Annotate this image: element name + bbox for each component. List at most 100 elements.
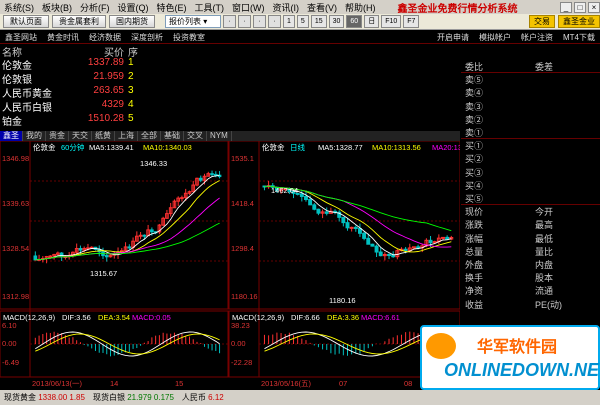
tab-6[interactable]: 全部	[138, 131, 161, 141]
candle-body	[316, 208, 321, 214]
menu-item-9[interactable]: 帮助(H)	[341, 1, 380, 14]
menu-item-1[interactable]: 板块(B)	[38, 1, 76, 14]
quote-header: 名称 买价 序	[2, 44, 142, 59]
candle-body	[441, 236, 445, 239]
toolbar: 默认页面 贵金属套利 国内期货 报价列表 ▾ · · · · 1 5 15 30 60 日 F10 F7 交易鑫…	[0, 14, 600, 30]
brand-button[interactable]: 鑫圣金业	[558, 15, 600, 28]
orderbook-label-2: 今开	[535, 207, 554, 218]
menu-item-3[interactable]: 设置(Q)	[114, 1, 153, 14]
ma5-label: MA5:1339.41	[89, 143, 134, 152]
orderbook-row: 卖③	[465, 100, 595, 112]
date-label: 2013/05/16(五)	[261, 379, 312, 388]
y-tick: 1346.98	[2, 154, 29, 163]
window-controls: _ □ ×	[558, 1, 600, 13]
link-2[interactable]: 经济数据	[84, 32, 126, 43]
orderbook-label: 收益	[465, 299, 484, 310]
candle-body	[33, 255, 38, 261]
orderbook-label: 买④	[465, 180, 484, 191]
orderbook-label-2	[535, 126, 595, 138]
candle-body	[138, 234, 143, 237]
menu-item-2[interactable]: 分析(F)	[76, 1, 114, 14]
period-button-15[interactable]: 15	[310, 15, 327, 28]
tab-4[interactable]: 纸黄	[92, 131, 115, 141]
menu-item-8[interactable]: 查看(V)	[303, 1, 341, 14]
quote-row[interactable]: 伦敦金 1337.89 1	[2, 57, 142, 72]
orderbook-row: 卖④	[465, 86, 595, 98]
orderbook-row: 卖⑤	[465, 73, 595, 85]
tab-7[interactable]: 基础	[161, 131, 184, 141]
account-link-0[interactable]: 开启申请	[432, 32, 474, 43]
date-label: 15	[175, 379, 183, 388]
tab-9[interactable]: NYM	[207, 131, 232, 141]
chart-period: 日线	[290, 142, 305, 152]
period-button-日[interactable]: 日	[364, 15, 380, 28]
quote-row[interactable]: 人民币黄金 263.65 3	[2, 85, 142, 100]
toolbar-button-2[interactable]: 国内期货	[109, 15, 155, 28]
candle-body	[48, 255, 53, 258]
high-price-label: 1462.04	[271, 186, 298, 195]
menu-item-4[interactable]: 特色(E)	[153, 1, 191, 14]
status-change: 0.175	[153, 393, 174, 402]
tab-0[interactable]: 鑫圣	[0, 131, 23, 141]
date-label: 2013/06/13(一)	[32, 379, 83, 388]
tab-1[interactable]: 我的	[23, 131, 46, 141]
zoom-out-icon[interactable]: ·	[268, 15, 281, 28]
candle-body	[345, 222, 350, 229]
period-button-60[interactable]: 60	[346, 15, 363, 28]
menu-item-7[interactable]: 资讯(I)	[269, 1, 304, 14]
chart-symbol: 伦敦金	[33, 142, 56, 152]
toolbar-f10-button[interactable]: F10	[381, 15, 402, 28]
period-button-1[interactable]: 1	[283, 15, 295, 28]
period-button-30[interactable]: 30	[328, 15, 345, 28]
link-4[interactable]: 投资教室	[168, 32, 210, 43]
account-link-1[interactable]: 模拟帐户	[474, 32, 516, 43]
watermark-line1: 华军软件园	[477, 339, 558, 356]
orderbook-label-2: 量比	[535, 246, 554, 257]
link-3[interactable]: 深度剖析	[126, 32, 168, 43]
toolbar-f7-button[interactable]: F7	[403, 15, 420, 28]
candle-body	[370, 243, 375, 247]
quote-row[interactable]: 人民币白银 4329 4	[2, 99, 142, 114]
orderbook-label: 卖④	[465, 88, 484, 99]
tab-5[interactable]: 上海	[115, 131, 138, 141]
orderbook-label-2	[535, 139, 595, 151]
cursor-icon[interactable]: ·	[223, 15, 236, 28]
link-0[interactable]: 鑫圣网站	[0, 32, 42, 43]
account-link-3[interactable]: MT4下载	[558, 32, 600, 43]
minimize-button[interactable]: _	[560, 1, 572, 13]
candle-body	[353, 226, 358, 230]
quote-price: 4329	[101, 99, 124, 110]
watermark-line2: ONLINEDOWN.NET	[444, 360, 600, 380]
quote-row[interactable]: 铂金 1510.28 5	[2, 113, 142, 128]
tab-3[interactable]: 天交	[69, 131, 92, 141]
tab-2[interactable]: 贵金	[46, 131, 69, 141]
menu-item-6[interactable]: 窗口(W)	[228, 1, 269, 14]
menu-item-0[interactable]: 系统(S)	[0, 1, 38, 14]
quote-price: 263.65	[93, 85, 124, 96]
price-panel-frame	[228, 141, 460, 310]
menu-item-5[interactable]: 工具(T)	[191, 1, 229, 14]
account-link-2[interactable]: 帐户注资	[516, 32, 558, 43]
crosshair-icon[interactable]: ·	[238, 15, 251, 28]
toolbar-button-1[interactable]: 贵金属套利	[52, 15, 106, 28]
kline-charts: 伦敦金 60分钟 MA5:1339.41 MA10:1340.03 1346.98 133…	[0, 141, 460, 388]
tab-8[interactable]: 交叉	[184, 131, 207, 141]
date-label: 08	[404, 379, 412, 388]
zoom-in-icon[interactable]: ·	[253, 15, 266, 28]
orderbook-row: 买①	[465, 139, 595, 151]
close-button[interactable]: ×	[588, 1, 600, 13]
link-1[interactable]: 黄金时讯	[42, 32, 84, 43]
candle-body	[403, 248, 408, 252]
view-select[interactable]: 报价列表 ▾	[165, 15, 221, 28]
app-title: 鑫圣金业免费行情分析系统	[397, 3, 518, 15]
quote-price: 1510.28	[87, 113, 124, 124]
trade-button[interactable]: 交易	[529, 15, 555, 28]
orderbook-label-2	[535, 113, 595, 125]
toolbar-button-0[interactable]: 默认页面	[3, 15, 49, 28]
period-button-5[interactable]: 5	[296, 15, 309, 28]
status-bar: 现货黄金 1338.00 1.85 现货白银 21.979 0.175 人民币 6.…	[0, 390, 600, 405]
status-value: 1338.00	[38, 393, 70, 402]
candle-body	[349, 226, 354, 229]
quote-row[interactable]: 伦敦银 21.959 2	[2, 71, 142, 86]
maximize-button[interactable]: □	[574, 1, 586, 13]
